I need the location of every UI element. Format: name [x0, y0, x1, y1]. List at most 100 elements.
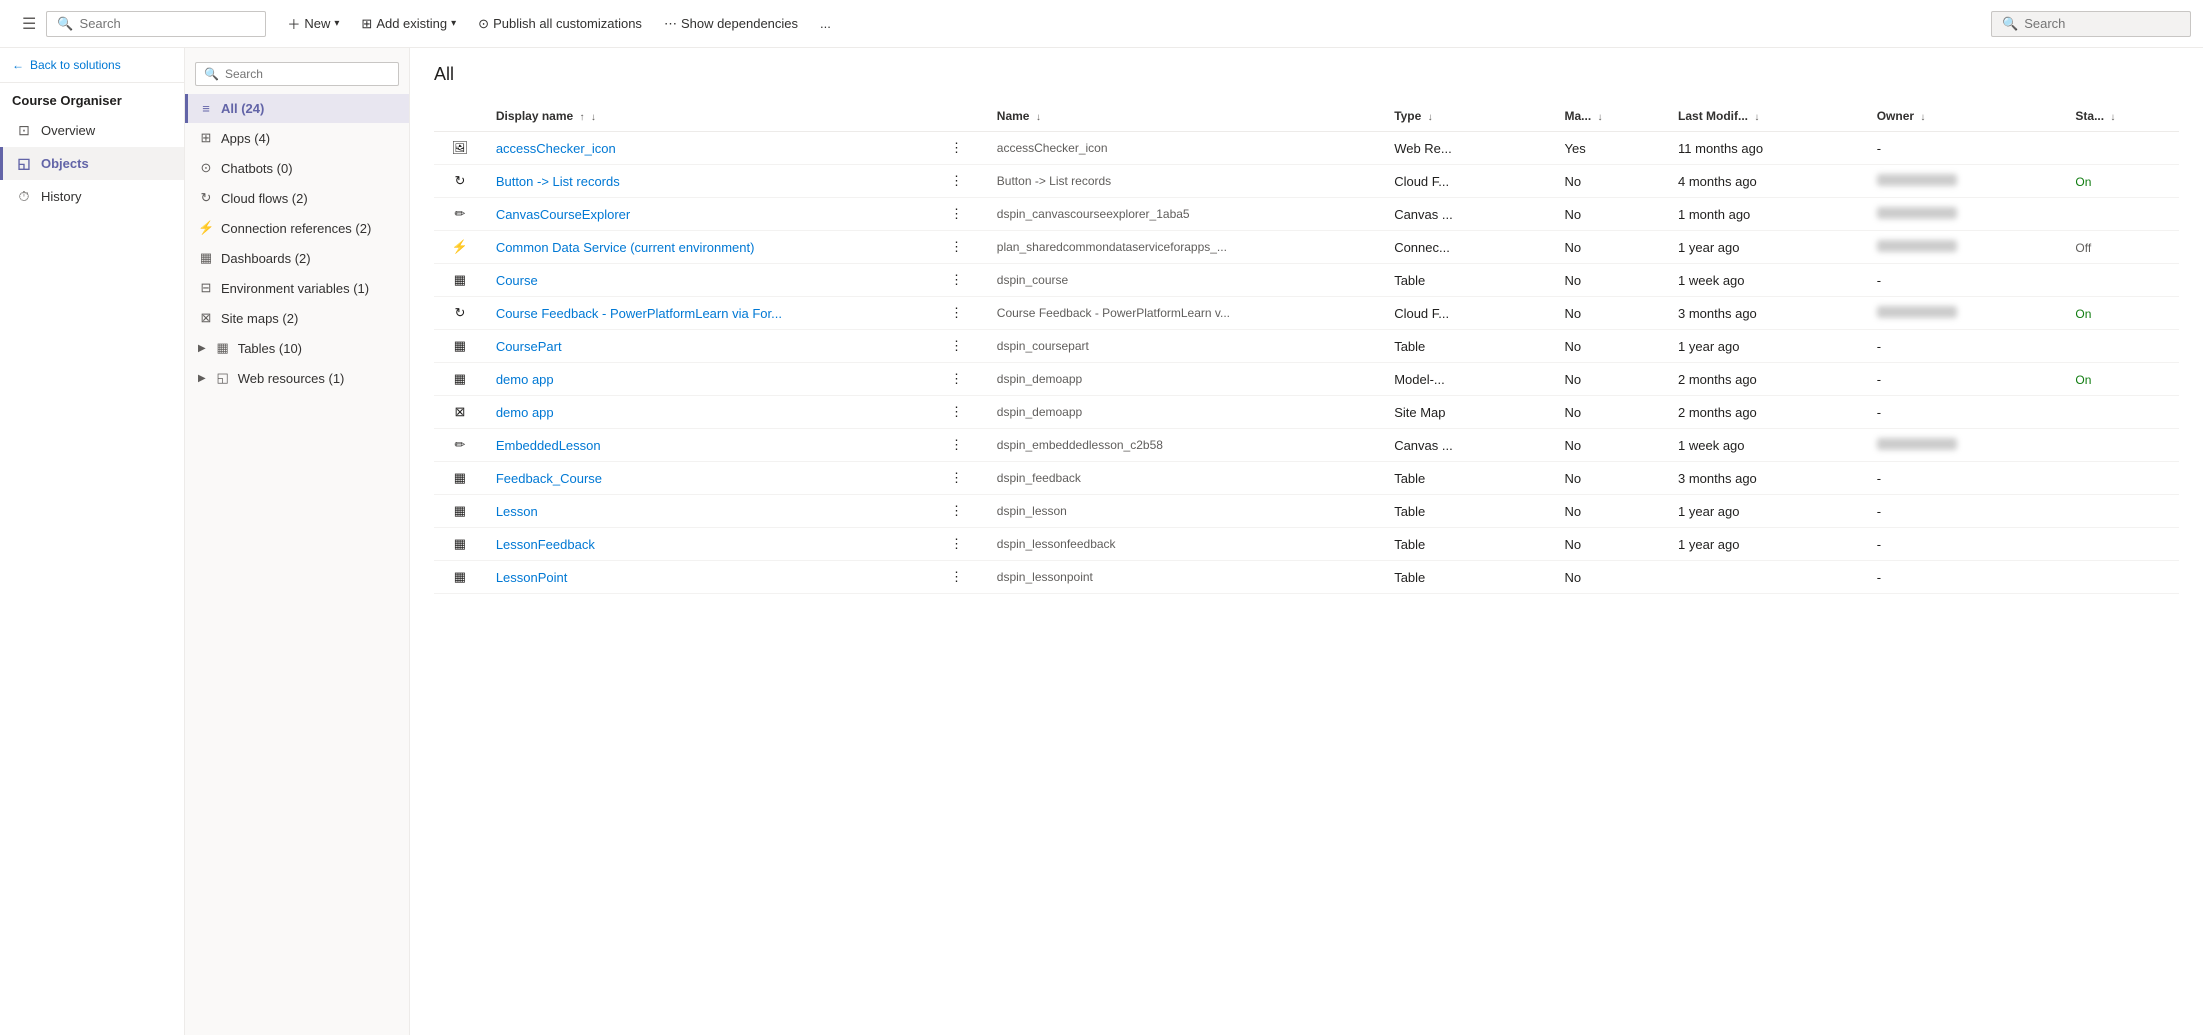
row-last-modified: 1 year ago [1668, 330, 1867, 363]
table-row[interactable]: ▦Feedback_Course⋮dspin_feedbackTableNo3 … [434, 462, 2179, 495]
right-search-input[interactable] [2024, 16, 2180, 31]
table-row[interactable]: ✏CanvasCourseExplorer⋮dspin_canvascourse… [434, 198, 2179, 231]
table-row[interactable]: ▦Lesson⋮dspin_lessonTableNo1 year ago- [434, 495, 2179, 528]
sidebar-item-objects[interactable]: ◱ Objects [0, 147, 184, 180]
row-display-name: accessChecker_icon [486, 132, 940, 165]
sidebar-item-history[interactable]: ⏱ History [0, 180, 184, 213]
row-more-button[interactable]: ⋮ [940, 462, 987, 495]
new-button[interactable]: ＋ New ▾ [278, 9, 348, 38]
sidebar-item-all[interactable]: ≡ All (24) [185, 94, 409, 123]
row-name: Course Feedback - PowerPlatformLearn v..… [987, 297, 1384, 330]
row-status [2065, 561, 2179, 594]
row-more-button[interactable]: ⋮ [940, 165, 987, 198]
table-row[interactable]: ▦demo app⋮dspin_demoappModel-...No2 mont… [434, 363, 2179, 396]
sidebar-search-box[interactable]: 🔍 [195, 62, 399, 86]
col-row-icon [434, 101, 486, 132]
row-type: Web Re... [1384, 132, 1554, 165]
table-row[interactable]: ⊠demo app⋮dspin_demoappSite MapNo2 month… [434, 396, 2179, 429]
table-row[interactable]: ↻Course Feedback - PowerPlatformLearn vi… [434, 297, 2179, 330]
row-more-button[interactable]: ⋮ [940, 330, 987, 363]
table-row[interactable]: 🖼accessChecker_icon⋮accessChecker_iconWe… [434, 132, 2179, 165]
table-body: 🖼accessChecker_icon⋮accessChecker_iconWe… [434, 132, 2179, 594]
row-managed: No [1554, 330, 1668, 363]
row-name: dspin_demoapp [987, 396, 1384, 429]
sidebar-search-input[interactable] [225, 67, 390, 81]
row-owner: - [1867, 363, 2066, 396]
table-row[interactable]: ↻Button -> List records⋮Button -> List r… [434, 165, 2179, 198]
search-input[interactable] [80, 16, 256, 31]
col-type[interactable]: Type ↓ [1384, 101, 1554, 132]
table-header-row: Display name ↑ ↓ Name ↓ Type ↓ [434, 101, 2179, 132]
sidebar-item-sitemaps[interactable]: ⊠ Site maps (2) [185, 303, 409, 333]
search-icon-right: 🔍 [2002, 16, 2018, 32]
hamburger-icon[interactable]: ☰ [12, 14, 46, 34]
row-status [2065, 528, 2179, 561]
table-row[interactable]: ▦CoursePart⋮dspin_coursepartTableNo1 yea… [434, 330, 2179, 363]
sidebar-item-envvars[interactable]: ⊟ Environment variables (1) [185, 273, 409, 303]
col-managed[interactable]: Ma... ↓ [1554, 101, 1668, 132]
row-type: Table [1384, 495, 1554, 528]
left-nav: ← Back to solutions Course Organiser ⊡ O… [0, 48, 185, 1035]
dashboards-icon: ▦ [198, 250, 214, 266]
row-more-button[interactable]: ⋮ [940, 561, 987, 594]
col-name[interactable]: Name ↓ [987, 101, 1384, 132]
row-more-button[interactable]: ⋮ [940, 231, 987, 264]
topbar-right-search-box[interactable]: 🔍 [1991, 11, 2191, 37]
row-last-modified: 4 months ago [1668, 165, 1867, 198]
table-row[interactable]: ✏EmbeddedLesson⋮dspin_embeddedlesson_c2b… [434, 429, 2179, 462]
sidebar-item-overview[interactable]: ⊡ Overview [0, 114, 184, 147]
row-more-button[interactable]: ⋮ [940, 495, 987, 528]
row-more-button[interactable]: ⋮ [940, 198, 987, 231]
row-status [2065, 132, 2179, 165]
row-owner [1867, 198, 2066, 231]
row-managed: No [1554, 264, 1668, 297]
topbar-actions: ＋ New ▾ ⊞ Add existing ▾ ⊙ Publish all c… [278, 9, 1991, 38]
publish-button[interactable]: ⊙ Publish all customizations [469, 11, 651, 37]
sidebar-item-tables[interactable]: ▶ ▦ Tables (10) [185, 333, 409, 363]
topbar-search-box[interactable]: 🔍 [46, 11, 266, 37]
modified-sort-icon: ↓ [1754, 112, 1759, 123]
row-status [2065, 330, 2179, 363]
content-area: All Display name ↑ ↓ Name ↓ [410, 48, 2203, 1035]
show-dependencies-button[interactable]: ⋯ Show dependencies [655, 11, 807, 37]
table-row[interactable]: ▦Course⋮dspin_courseTableNo1 week ago- [434, 264, 2179, 297]
row-more-button[interactable]: ⋮ [940, 297, 987, 330]
webresources-icon: ◱ [215, 370, 231, 386]
col-owner[interactable]: Owner ↓ [1867, 101, 2066, 132]
row-more-button[interactable]: ⋮ [940, 528, 987, 561]
row-more-button[interactable]: ⋮ [940, 264, 987, 297]
sidebar-item-dashboards[interactable]: ▦ Dashboards (2) [185, 243, 409, 273]
col-status[interactable]: Sta... ↓ [2065, 101, 2179, 132]
row-more-button[interactable]: ⋮ [940, 396, 987, 429]
row-more-button[interactable]: ⋮ [940, 363, 987, 396]
add-existing-button[interactable]: ⊞ Add existing ▾ [352, 11, 465, 37]
row-more-button[interactable]: ⋮ [940, 132, 987, 165]
plus-icon: ＋ [287, 14, 300, 33]
more-actions-button[interactable]: ... [811, 11, 840, 36]
row-display-name: CoursePart [486, 330, 940, 363]
main-layout: ← Back to solutions Course Organiser ⊡ O… [0, 48, 2203, 1035]
sidebar-search-wrap: 🔍 [185, 56, 409, 94]
sidebar-item-apps[interactable]: ⊞ Apps (4) [185, 123, 409, 153]
sidebar-item-connectionrefs[interactable]: ⚡ Connection references (2) [185, 213, 409, 243]
col-display-name[interactable]: Display name ↑ ↓ [486, 101, 940, 132]
row-last-modified: 1 week ago [1668, 264, 1867, 297]
chevron-down-icon: ▾ [451, 18, 456, 29]
table-row[interactable]: ⚡Common Data Service (current environmen… [434, 231, 2179, 264]
sidebar-item-chatbots[interactable]: ⊙ Chatbots (0) [185, 153, 409, 183]
sidebar-item-webresources[interactable]: ▶ ◱ Web resources (1) [185, 363, 409, 393]
sidebar-item-cloudflows[interactable]: ↻ Cloud flows (2) [185, 183, 409, 213]
objects-icon: ◱ [15, 155, 33, 172]
row-owner: - [1867, 495, 2066, 528]
row-type-icon: ⊠ [434, 396, 486, 429]
row-more-button[interactable]: ⋮ [940, 429, 987, 462]
row-status [2065, 495, 2179, 528]
row-status [2065, 264, 2179, 297]
table-row[interactable]: ▦LessonFeedback⋮dspin_lessonfeedbackTabl… [434, 528, 2179, 561]
row-type: Canvas ... [1384, 198, 1554, 231]
col-last-modified[interactable]: Last Modif... ↓ [1668, 101, 1867, 132]
row-display-name: Lesson [486, 495, 940, 528]
table-row[interactable]: ▦LessonPoint⋮dspin_lessonpointTableNo- [434, 561, 2179, 594]
back-to-solutions-link[interactable]: ← Back to solutions [0, 48, 184, 83]
row-owner: - [1867, 132, 2066, 165]
